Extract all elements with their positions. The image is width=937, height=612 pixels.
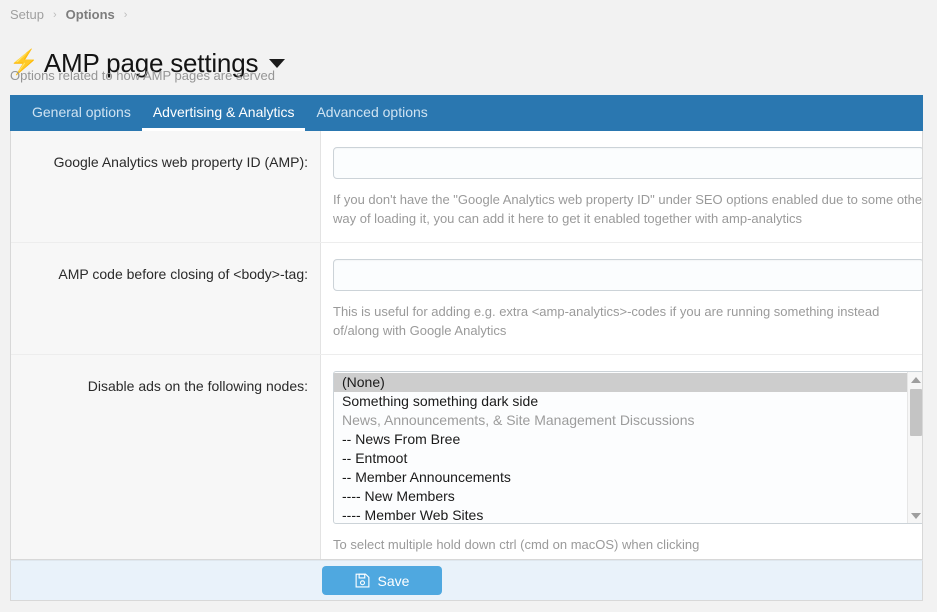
save-button-label: Save <box>378 573 410 589</box>
multiselect-option[interactable]: -- News From Bree <box>334 430 909 449</box>
multiselect-scrollbar[interactable] <box>907 372 923 523</box>
ga-property-id-input[interactable] <box>333 147 923 179</box>
tab-general-options[interactable]: General options <box>21 95 142 131</box>
multiselect-option[interactable]: ---- Member Web Sites <box>334 506 909 524</box>
form-footer-bar: Save <box>10 560 923 601</box>
field-container-ga-property-id: If you don't have the "Google Analytics … <box>321 131 922 242</box>
field-container-amp-body-code: This is useful for adding e.g. extra <am… <box>321 243 922 354</box>
save-button[interactable]: Save <box>322 566 442 595</box>
settings-form-panel: Google Analytics web property ID (AMP): … <box>10 131 923 560</box>
field-hint-amp-body-code: This is useful for adding e.g. extra <am… <box>333 302 923 340</box>
page-subtitle: Options related to how AMP pages are ser… <box>10 68 275 84</box>
tab-bar: General options Advertising & Analytics … <box>10 95 923 131</box>
amp-body-code-input[interactable] <box>333 259 923 291</box>
multiselect-option[interactable]: (None) <box>334 373 909 392</box>
scroll-down-arrow-icon[interactable] <box>908 508 923 523</box>
breadcrumb-separator-icon: › <box>53 7 57 23</box>
field-hint-disable-ads-nodes: To select multiple hold down ctrl (cmd o… <box>333 536 910 554</box>
disable-ads-nodes-multiselect[interactable]: (None)Something something dark sideNews,… <box>333 371 923 524</box>
field-label-disable-ads-nodes: Disable ads on the following nodes: <box>11 355 321 560</box>
multiselect-option[interactable]: Something something dark side <box>334 392 909 411</box>
scrollbar-thumb[interactable] <box>910 389 922 436</box>
tab-advertising-analytics[interactable]: Advertising & Analytics <box>142 95 306 131</box>
multiselect-option[interactable]: -- Member Announcements <box>334 468 909 487</box>
breadcrumb-item-setup[interactable]: Setup <box>10 7 44 23</box>
tab-advanced-options[interactable]: Advanced options <box>305 95 438 131</box>
field-container-disable-ads-nodes: (None)Something something dark sideNews,… <box>321 355 922 560</box>
breadcrumb: Setup › Options › <box>10 7 136 23</box>
amp-settings-page: Setup › Options › ⚡ AMP page settings Op… <box>0 0 937 612</box>
field-hint-ga-property-id: If you don't have the "Google Analytics … <box>333 190 923 228</box>
floppy-disk-save-icon <box>355 573 370 588</box>
field-label-amp-body-code: AMP code before closing of <body>-tag: <box>11 243 321 354</box>
scroll-up-arrow-icon[interactable] <box>908 372 923 387</box>
breadcrumb-item-options[interactable]: Options <box>66 7 115 23</box>
chevron-down-icon[interactable] <box>269 59 285 68</box>
multiselect-option[interactable]: News, Announcements, & Site Management D… <box>334 411 909 430</box>
field-label-ga-property-id: Google Analytics web property ID (AMP): <box>11 131 321 242</box>
form-row-disable-ads-nodes: Disable ads on the following nodes: (Non… <box>11 354 922 560</box>
multiselect-option[interactable]: -- Entmoot <box>334 449 909 468</box>
form-row-amp-body-code: AMP code before closing of <body>-tag: T… <box>11 242 922 354</box>
form-row-ga-property-id: Google Analytics web property ID (AMP): … <box>11 131 922 242</box>
breadcrumb-separator-icon: › <box>124 7 128 23</box>
multiselect-option-list: (None)Something something dark sideNews,… <box>334 372 909 524</box>
multiselect-option[interactable]: ---- New Members <box>334 487 909 506</box>
